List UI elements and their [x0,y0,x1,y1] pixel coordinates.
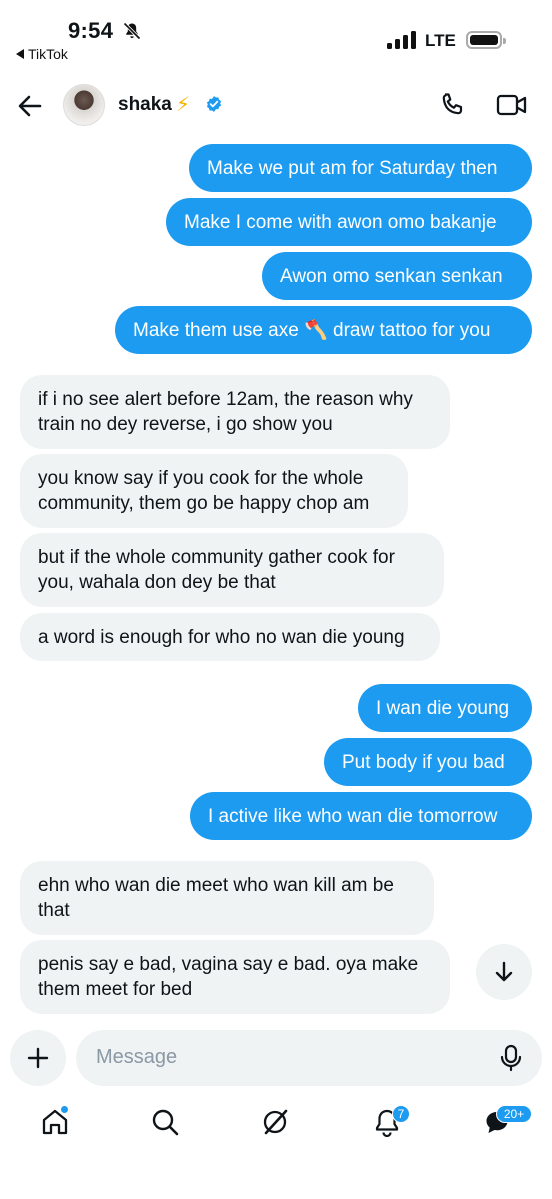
message-outgoing[interactable]: Make them use axe 🪓 draw tattoo for you [115,306,532,354]
message-input[interactable]: Message [76,1030,542,1086]
conversation-header: shaka ⚡ [0,78,552,134]
notifications-badge: 7 [392,1105,410,1123]
search-icon[interactable] [150,1107,180,1137]
status-time: 9:54 [68,18,114,43]
message-incoming[interactable]: you know say if you cook for the whole c… [20,454,408,528]
plus-icon [27,1047,49,1069]
microphone-icon[interactable] [500,1044,522,1072]
messages-badge: 20+ [496,1105,532,1123]
back-app-label: TikTok [28,46,68,62]
bottom-navigation: 7 20+ [0,1095,552,1165]
arrow-down-icon [495,961,513,982]
back-arrow-icon[interactable] [14,90,46,122]
message-incoming[interactable]: penis say e bad, vagina say e bad. oya m… [20,940,450,1014]
signal-icon [387,31,417,49]
verified-badge-icon [206,96,222,112]
status-bar: 9:54 TikTok LTE [0,0,552,70]
bolt-emoji: ⚡ [176,94,191,116]
message-outgoing[interactable]: Make I come with awon omo bakanje [166,198,532,246]
message-outgoing[interactable]: I wan die young [358,684,532,732]
message-incoming[interactable]: but if the whole community gather cook f… [20,533,444,607]
message-outgoing[interactable]: Put body if you bad [324,738,532,786]
message-incoming[interactable]: if i no see alert before 12am, the reaso… [20,375,450,449]
scroll-to-bottom-button[interactable] [476,944,532,1000]
message-outgoing[interactable]: Awon omo senkan senkan [262,252,532,300]
message-outgoing[interactable]: Make we put am for Saturday then [189,144,532,192]
bell-muted-icon [123,22,141,40]
message-placeholder: Message [96,1046,178,1068]
avatar[interactable] [63,84,105,126]
message-incoming[interactable]: ehn who wan die meet who wan kill am be … [20,861,434,935]
message-incoming[interactable]: a word is enough for who no wan die youn… [20,613,440,661]
message-outgoing[interactable]: I active like who wan die tomorrow [190,792,532,840]
add-media-button[interactable] [10,1030,66,1086]
home-notification-dot [60,1105,69,1114]
back-to-app-link[interactable]: TikTok [16,46,68,62]
network-type: LTE [425,31,456,50]
phone-call-icon[interactable] [438,91,466,119]
contact-name[interactable]: shaka [118,94,172,116]
back-triangle-icon [16,49,24,59]
battery-icon [466,31,506,49]
grok-icon[interactable] [260,1107,290,1137]
video-call-icon[interactable] [496,92,528,118]
